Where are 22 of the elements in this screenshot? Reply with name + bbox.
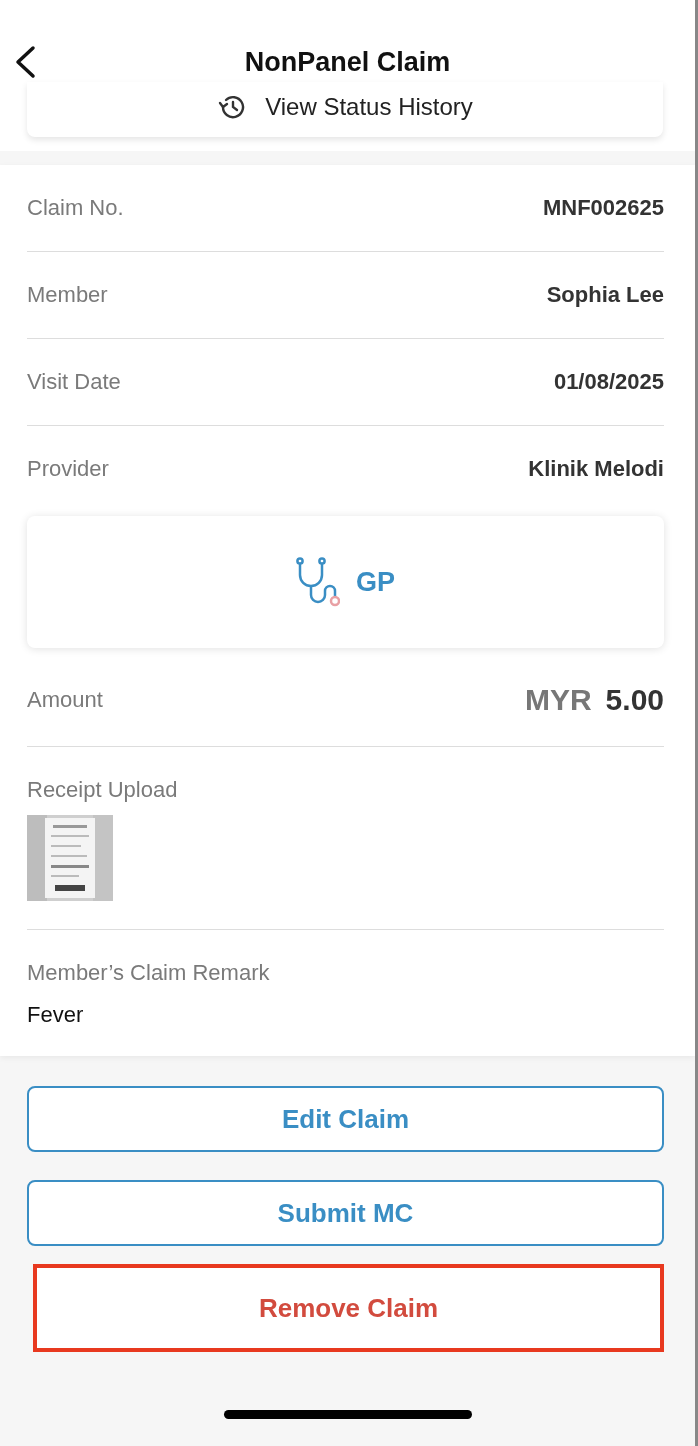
action-button[interactable]: Submit MC [27,1180,664,1246]
field-label: Member’s Claim Remark [27,960,271,986]
field-label: Receipt Upload [27,777,179,803]
field-value: MNF002625 [542,195,664,221]
remove-button[interactable]: Remove Claim [33,1264,664,1352]
currency-code: MYR [524,683,592,717]
field-label: Visit Date [27,369,121,395]
amount-value: 5.00 [605,683,664,717]
provider-type-card: GP [27,516,664,648]
field-label: Provider [27,456,109,482]
remark-text: Fever [27,1002,85,1028]
field-value: Sophia Lee [546,282,664,308]
field-label: Member [27,282,108,308]
view-status-history-button[interactable]: View Status History [27,82,663,137]
back-icon[interactable] [14,45,36,79]
field-value: Klinik Melodi [528,456,664,482]
action-button[interactable]: Edit Claim [27,1086,664,1152]
field-label: Claim No. [27,195,124,221]
screen-title: NonPanel Claim [244,46,451,78]
field-label: Amount [27,687,103,713]
field-value: 01/08/2025 [553,369,664,395]
stethoscope-icon [296,557,340,607]
